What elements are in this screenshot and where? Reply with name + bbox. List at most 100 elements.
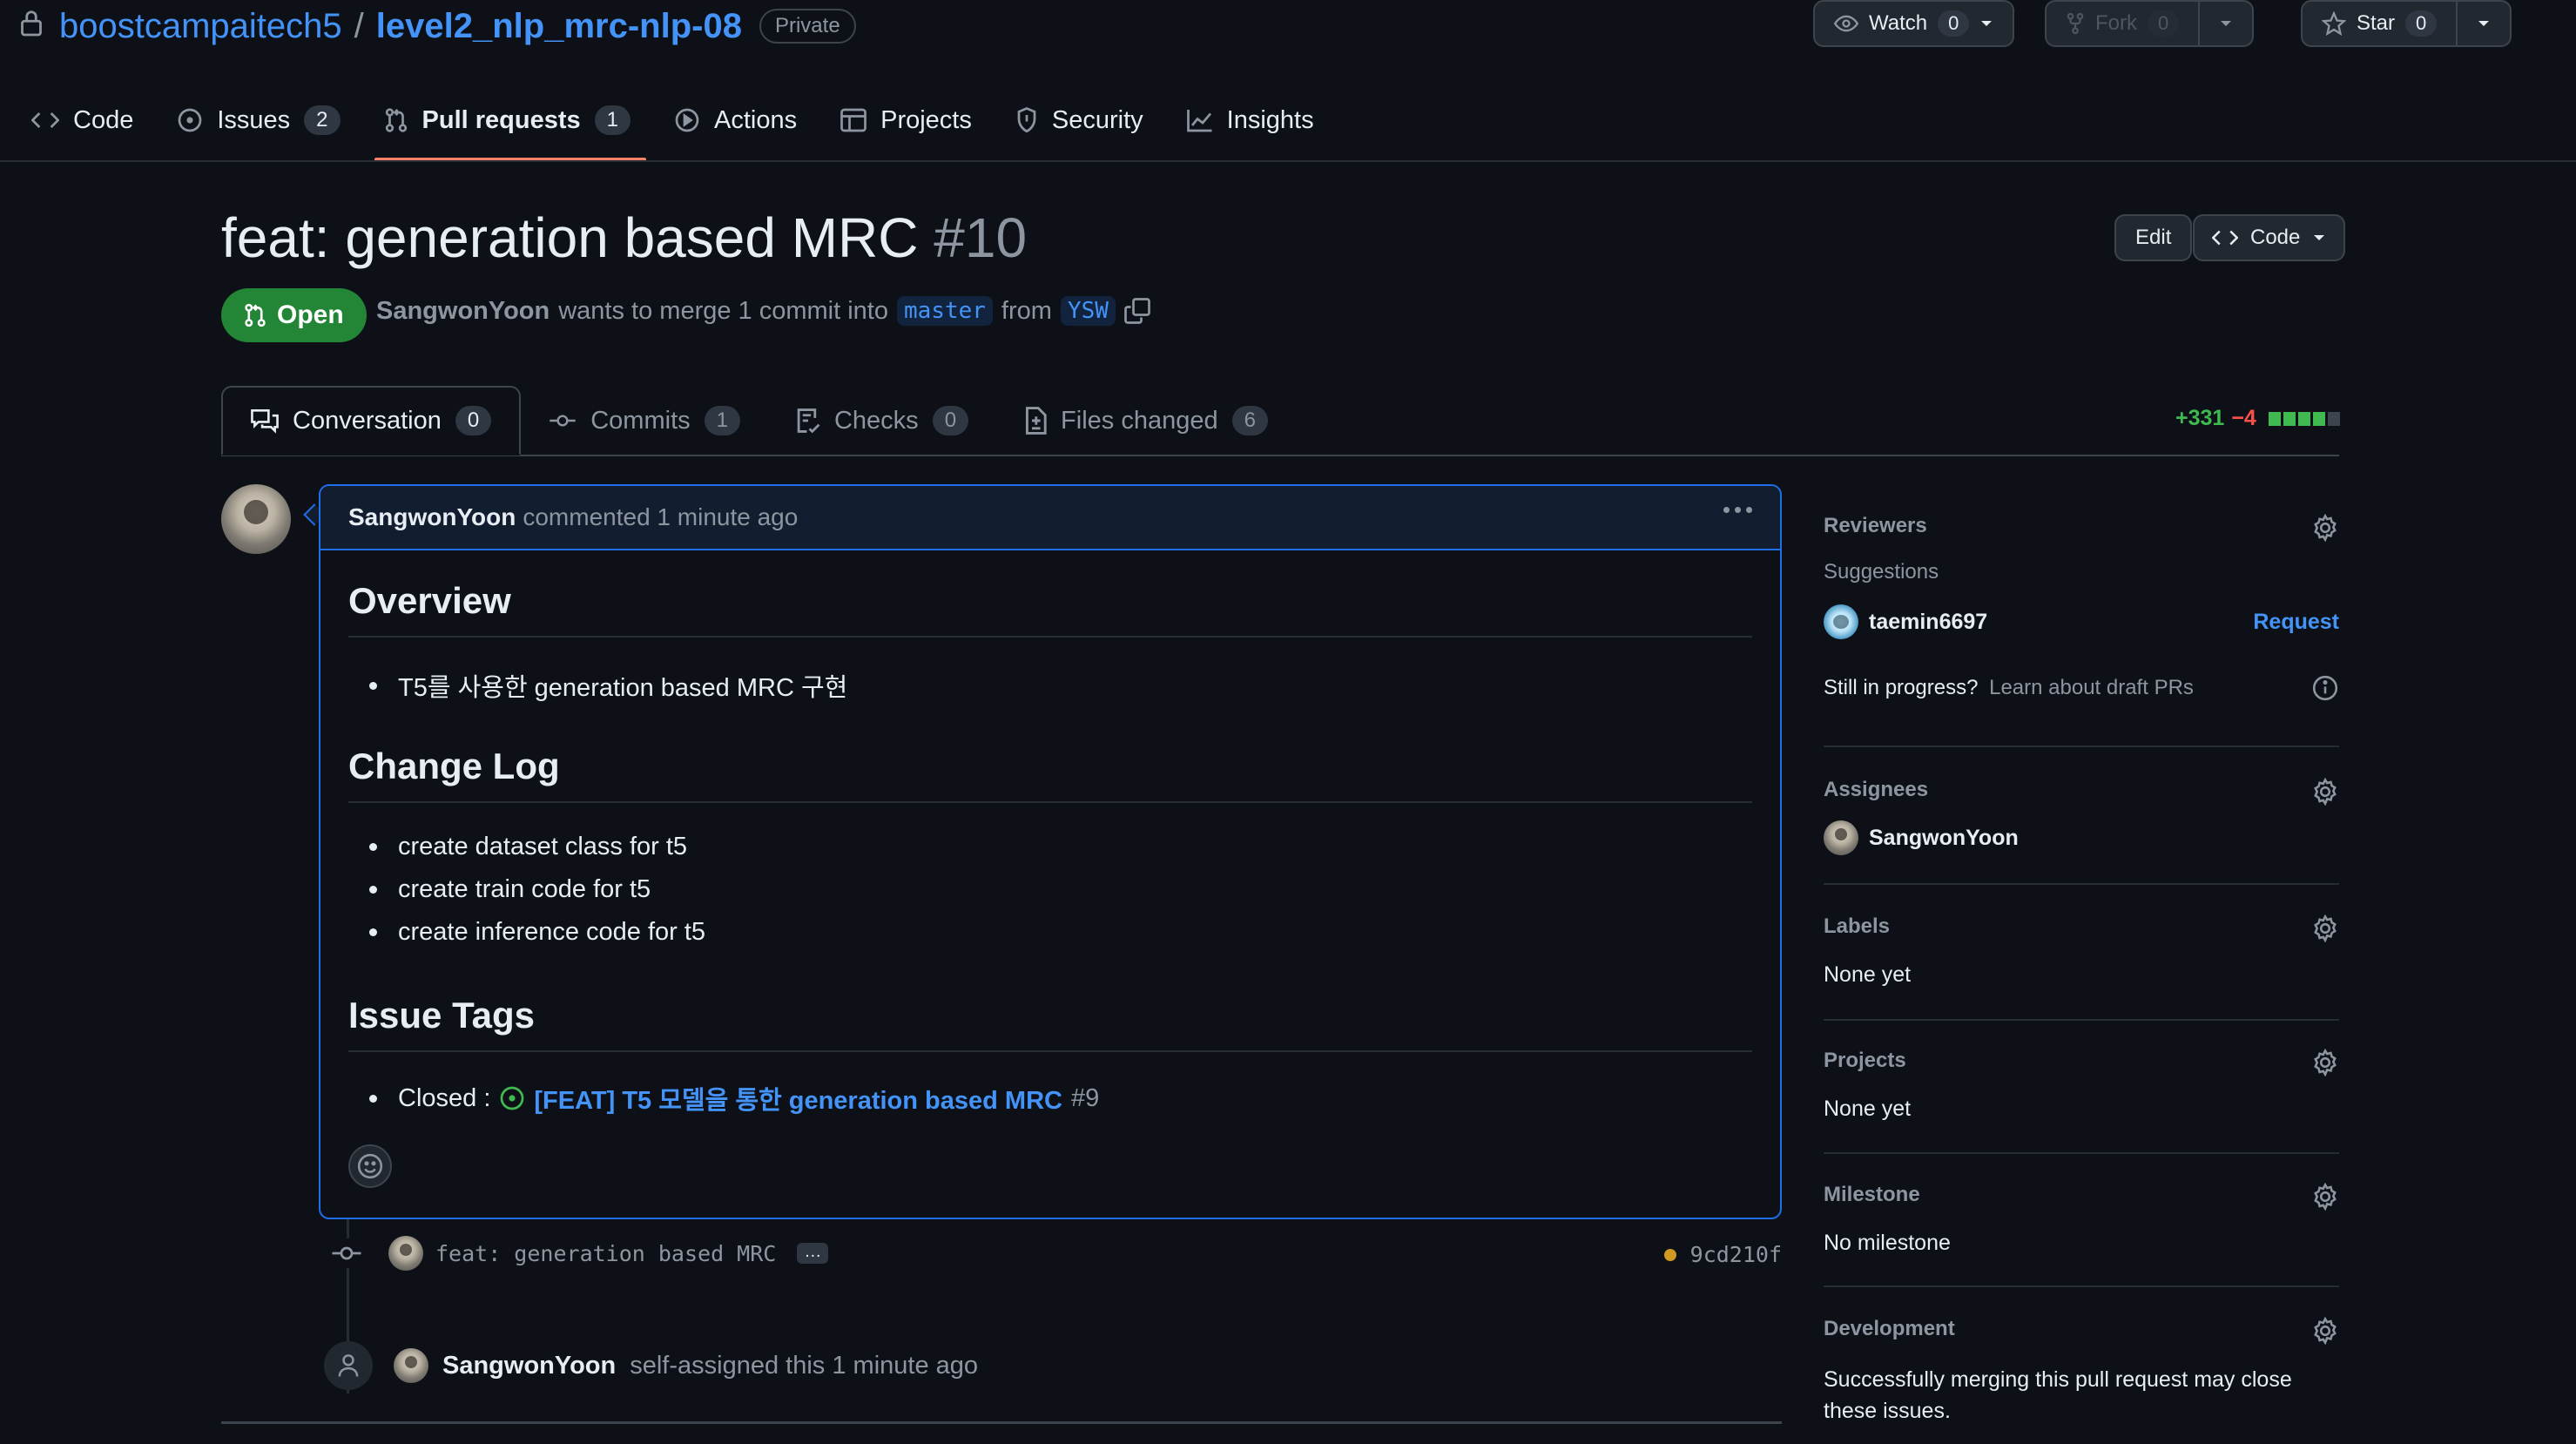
base-branch[interactable]: master [897,296,993,326]
list-item-text: create dataset class for t5 [398,833,688,860]
fork-count: 0 [2148,10,2180,37]
gear-icon[interactable] [2311,914,2339,942]
tab-security[interactable]: Security [1015,94,1166,146]
tab-insights[interactable]: Insights [1186,94,1337,146]
sidebar-milestone-header[interactable]: Milestone [1824,1183,2339,1218]
tab-pull-requests[interactable]: Pull requests 1 [384,94,653,146]
eye-icon [1834,15,1858,32]
development-title: Development [1824,1317,1955,1340]
sidebar-labels-header[interactable]: Labels [1824,914,2339,949]
fork-dropdown[interactable] [2200,2,2252,45]
sidebar-divider [1824,883,2339,885]
checklist-icon [796,407,820,435]
watch-button[interactable]: Watch 0 [1815,2,2013,45]
diff-additions: +331 [2175,406,2225,430]
pr-tabs: Conversation 0 Commits 1 Checks 0 Files … [221,386,1296,455]
add-reaction-button[interactable] [348,1144,392,1188]
sidebar-divider [1824,746,2339,747]
list-item: create train code for t5 [369,875,651,904]
repo-owner-link[interactable]: boostcampaitech5 [59,7,342,46]
kebab-horizontal-icon[interactable] [1723,507,1752,513]
status-pending-icon[interactable] [1663,1248,1676,1261]
gear-icon[interactable] [2311,1049,2339,1076]
comment-meta[interactable]: commented 1 minute ago [523,503,798,531]
merge-summary: SangwonYoon wants to merge 1 commit into… [376,296,1150,326]
sidebar-projects-header[interactable]: Projects [1824,1049,2339,1083]
avatar[interactable] [394,1348,428,1383]
copy-icon[interactable] [1124,298,1150,324]
diffstat: +331 −4 [2175,406,2340,431]
issue-link[interactable]: [FEAT] T5 모델을 통한 generation based MRC [534,1080,1062,1117]
gear-icon[interactable] [2311,1183,2339,1211]
tab-actions[interactable]: Actions [674,94,819,146]
list-item: create dataset class for t5 [369,833,687,861]
pr-number: #10 [934,206,1028,269]
avatar[interactable] [221,484,291,554]
gear-icon[interactable] [2311,1317,2339,1345]
watch-button-group: Watch 0 [1813,0,2015,47]
draft-pr-hint: Still in progress? Learn about draft PRs [1824,674,2339,702]
gear-icon[interactable] [2311,514,2339,542]
edit-button[interactable]: Edit [2114,214,2193,261]
pr-state-badge: Open [221,288,367,342]
assign-user-link[interactable]: SangwonYoon [442,1352,616,1380]
watch-label: Watch [1869,11,1928,35]
git-commit-icon [331,1238,362,1268]
list-item: create inference code for t5 [369,918,705,947]
star-button[interactable]: Star 0 [2303,2,2456,45]
commit-sha-link[interactable]: 9cd210f [1690,1242,1782,1267]
tab-projects[interactable]: Projects [840,94,995,146]
avatar[interactable] [388,1236,423,1271]
gear-icon[interactable] [2311,778,2339,806]
repo-path-separator: / [354,6,364,45]
sidebar-reviewers-header[interactable]: Reviewers [1824,514,2339,549]
pr-author-link[interactable]: SangwonYoon [376,297,550,326]
commit-sha-group: 9cd210f [1663,1242,1782,1267]
repo-name-link[interactable]: level2_nlp_mrc-nlp-08 [376,7,742,46]
code-icon [31,111,59,130]
projects-value: None yet [1824,1096,1912,1121]
visibility-badge: Private [759,9,856,44]
tab-checks[interactable]: Checks 0 [768,386,996,455]
tab-issues[interactable]: Issues 2 [177,94,362,146]
request-review-button[interactable]: Request [2253,610,2339,635]
pull-request-icon [244,302,266,328]
tab-commits[interactable]: Commits 1 [521,386,768,455]
fork-button[interactable]: Fork 0 [2047,2,2198,45]
info-icon[interactable] [2311,674,2339,702]
closed-label: Closed : [398,1083,491,1112]
diff-block [2283,411,2296,426]
draft-link[interactable]: Learn about draft PRs [1989,676,2194,699]
code-dropdown-button[interactable]: Code [2193,214,2346,261]
diff-block [2327,411,2340,426]
assign-text: self-assigned this 1 minute ago [630,1351,979,1380]
suggested-reviewer: taemin6697 Request [1824,604,2339,643]
tab-conversation-count: 0 [455,406,492,435]
assignee-user[interactable]: SangwonYoon [1824,820,2339,855]
tab-conversation[interactable]: Conversation 0 [221,386,522,455]
commit-message-link[interactable]: feat: generation based MRC [435,1241,776,1266]
sidebar-assignees-header[interactable]: Assignees [1824,778,2339,813]
star-dropdown[interactable] [2458,2,2510,45]
tab-issues-count: 2 [304,105,341,135]
draft-text: Still in progress? [1824,676,1979,699]
sidebar-development-header[interactable]: Development [1824,1317,2339,1352]
tab-files-changed[interactable]: Files changed 6 [996,386,1296,455]
list-item-text: create inference code for t5 [398,918,706,946]
sidebar-divider [1824,1152,2339,1154]
tab-code-label: Code [73,105,134,134]
tab-code[interactable]: Code [31,94,156,146]
commit-expand-button[interactable]: … [797,1243,829,1264]
head-branch[interactable]: YSW [1060,296,1116,326]
development-text: Successfully merging this pull request m… [1824,1367,2292,1423]
diff-block [2268,411,2281,426]
chevron-down-icon[interactable] [1979,19,1993,28]
timeline-commit: feat: generation based MRC … 9cd210f [331,1231,1782,1275]
comment-author-link[interactable]: SangwonYoon [348,503,516,531]
tab-actions-label: Actions [714,105,798,134]
diff-deletions: −4 [2231,406,2256,430]
chevron-down-icon [2477,19,2491,28]
avatar [1824,604,1858,639]
timeline-bottom-divider [221,1421,1782,1424]
star-label: Star [2357,11,2396,35]
